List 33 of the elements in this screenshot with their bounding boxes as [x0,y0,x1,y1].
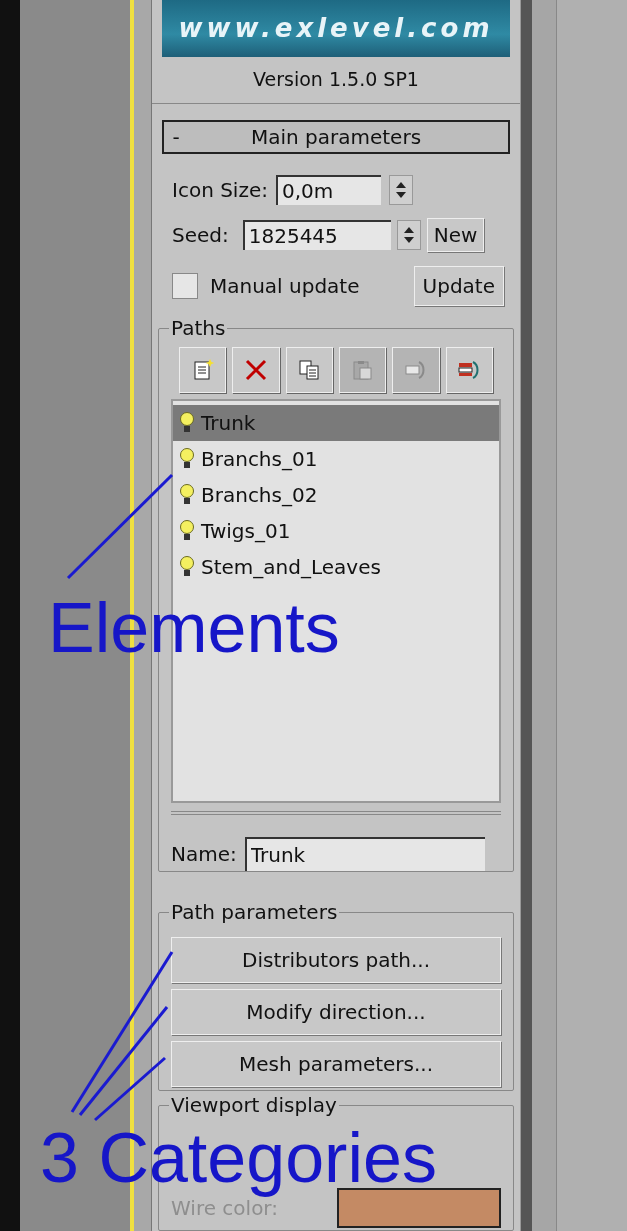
name-field[interactable]: Trunk [244,836,485,871]
light-bulb-icon [179,482,195,507]
spinner-arrows[interactable] [396,219,421,250]
path-list-item[interactable]: Branchs_01 [173,440,499,477]
manual-update-label: Manual update [210,272,360,300]
light-bulb-icon [179,446,195,471]
path-parameter-button[interactable]: Modify direction... [171,988,501,1035]
path-parameter-button[interactable]: Distributors path... [171,936,501,983]
seed-label: Seed: [172,221,229,249]
toolbar-button[interactable] [285,346,333,393]
update-button[interactable]: Update [413,265,504,306]
path-list-item[interactable]: Trunk [173,404,499,441]
icon-size-field[interactable]: 0,0m [275,174,381,205]
banner-text: www.exlevel.com [178,11,494,45]
path-list-item[interactable]: Twigs_01 [173,512,499,549]
toolbar-button[interactable] [179,346,227,393]
seed-field[interactable]: 1825445 [242,219,391,250]
rollout-header[interactable]: - Main parameters [162,119,510,154]
spinner-arrows[interactable] [388,174,413,205]
version-text: Version 1.5.0 SP1 [253,67,419,93]
path-list-item[interactable]: Stem_and_Leaves [173,548,499,585]
toolbar-button[interactable] [445,346,493,393]
name-label: Name: [171,840,237,868]
path-parameter-button[interactable]: Mesh parameters... [171,1040,501,1087]
toolbar-button[interactable] [232,346,280,393]
light-bulb-icon [179,410,195,435]
new-button[interactable]: New [426,217,485,252]
icon-size-label: Icon Size: [172,176,268,204]
manual-update-checkbox[interactable] [172,272,198,299]
light-bulb-icon [179,518,195,543]
scrollbar[interactable] [520,0,532,1231]
light-bulb-icon [179,554,195,579]
path-list-item[interactable]: Branchs_02 [173,476,499,513]
